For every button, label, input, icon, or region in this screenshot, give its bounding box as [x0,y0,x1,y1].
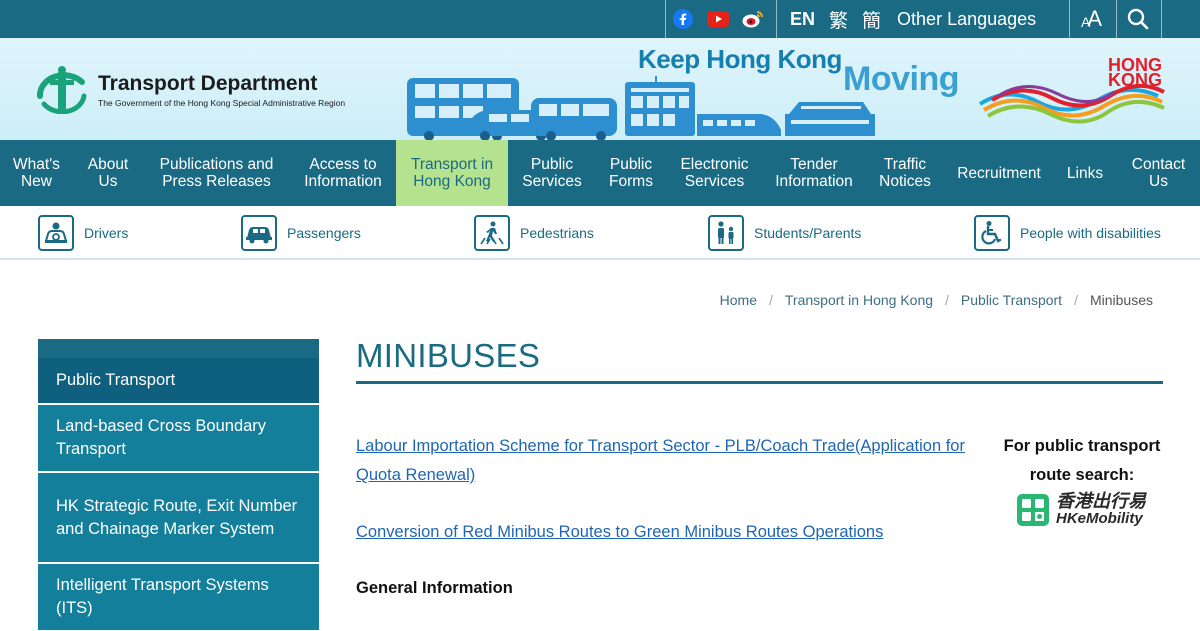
audience-students-parents[interactable]: Students/Parents [708,215,861,251]
audience-bar: Drivers Passengers Pedestrians Students/… [0,206,1200,260]
sidebar-item-public-transport[interactable]: Public Transport [38,358,319,403]
transport-department-logo[interactable] [36,66,90,114]
nav-publications[interactable]: Publications and Press Releases [143,140,290,206]
nav-links[interactable]: Links [1053,140,1117,206]
nav-contact-us[interactable]: Contact Us [1117,140,1200,206]
header-banner: Transport Department The Government of t… [0,38,1200,140]
nav-traffic-notices[interactable]: Traffic Notices [865,140,945,206]
sidebar-menu: Public Transport Land-based Cross Bounda… [38,339,319,630]
family-icon [708,215,744,251]
breadcrumb-current: Minibuses [1089,292,1153,308]
lang-en-link[interactable]: EN [790,9,815,30]
nav-whats-new[interactable]: What's New [0,140,73,206]
breadcrumb-separator: / [1074,292,1078,308]
conversion-red-minibus-link[interactable]: Conversion of Red Minibus Routes to Gree… [356,518,986,547]
sidebar-item-cross-boundary-transport[interactable]: Land-based Cross Boundary Transport [38,403,319,471]
weibo-icon[interactable] [742,8,764,30]
audience-label: Drivers [84,225,129,241]
sidebar-item-its[interactable]: Intelligent Transport Systems (ITS) [38,562,319,630]
audience-people-with-disabilities[interactable]: People with disabilities [974,215,1161,251]
hkemobility-app-link[interactable]: 香港出行易 HKeMobility [1016,489,1156,531]
nav-about-us[interactable]: About Us [73,140,143,206]
nav-transport-in-hong-kong[interactable]: Transport in Hong Kong [396,140,508,206]
sidebar-header [38,339,319,358]
breadcrumb-separator: / [769,292,773,308]
main-navigation: What's New About Us Publications and Pre… [0,140,1200,206]
sidebar-item-strategic-route[interactable]: HK Strategic Route, Exit Number and Chai… [38,471,319,562]
pedestrian-crossing-icon [474,215,510,251]
department-subtitle: The Government of the Hong Kong Special … [98,98,346,108]
slogan-line-1: Keep Hong Kong [638,44,842,74]
vehicles-illustration [407,76,875,140]
hkemobility-name-en: HKeMobility [1056,510,1143,527]
other-languages-link[interactable]: Other Languages [897,9,1036,30]
section-heading-general-information: General Information [356,579,513,597]
nav-tender-information[interactable]: Tender Information [763,140,865,206]
nav-electronic-services[interactable]: Electronic Services [666,140,763,206]
nav-public-forms[interactable]: Public Forms [596,140,666,206]
hkemobility-name-zh: 香港出行易 [1056,491,1146,511]
hkemobility-name: 香港出行易 HKeMobility [1056,492,1146,528]
breadcrumb-transport-in-hong-kong[interactable]: Transport in Hong Kong [785,292,933,308]
wheelchair-icon [974,215,1010,251]
hkemobility-icon [1017,494,1049,526]
title-divider [356,381,1163,384]
audience-pedestrians[interactable]: Pedestrians [474,215,594,251]
social-links [672,0,764,38]
search-button[interactable] [1127,0,1149,38]
breadcrumb-public-transport[interactable]: Public Transport [961,292,1062,308]
labour-importation-link[interactable]: Labour Importation Scheme for Transport … [356,432,986,490]
audience-passengers[interactable]: Passengers [241,215,361,251]
language-switcher: EN 繁 簡 Other Languages [790,0,1036,38]
lang-traditional-link[interactable]: 繁 [829,6,848,33]
facebook-icon[interactable] [672,8,694,30]
driver-icon [38,215,74,251]
route-search-promo-heading: For public transport route search: [1003,437,1161,484]
car-icon [241,215,277,251]
audience-label: Pedestrians [520,225,594,241]
breadcrumb-home[interactable]: Home [720,292,757,308]
nav-public-services[interactable]: Public Services [508,140,596,206]
font-size-button[interactable]: AA [1081,0,1102,38]
youtube-icon[interactable] [707,8,729,30]
divider [665,0,666,38]
page-title: MINIBUSES [356,337,541,374]
department-name: Transport Department [98,72,318,95]
divider [1161,0,1162,38]
lang-simplified-link[interactable]: 簡 [862,6,881,33]
breadcrumb: Home / Transport in Hong Kong / Public T… [720,292,1153,308]
audience-drivers[interactable]: Drivers [38,215,128,251]
divider [1116,0,1117,38]
divider [1069,0,1070,38]
audience-label: People with disabilities [1020,225,1161,241]
search-icon [1127,8,1149,30]
nav-access-to-information[interactable]: Access to Information [290,140,396,206]
audience-label: Students/Parents [754,225,862,241]
audience-label: Passengers [287,225,361,241]
brand-hong-kong-text: HONG KONG [1108,55,1162,90]
nav-recruitment[interactable]: Recruitment [945,140,1053,206]
divider [776,0,777,38]
breadcrumb-separator: / [945,292,949,308]
font-size-icon: AA [1081,6,1103,31]
top-utility-bar: EN 繁 簡 Other Languages AA [0,0,1200,38]
